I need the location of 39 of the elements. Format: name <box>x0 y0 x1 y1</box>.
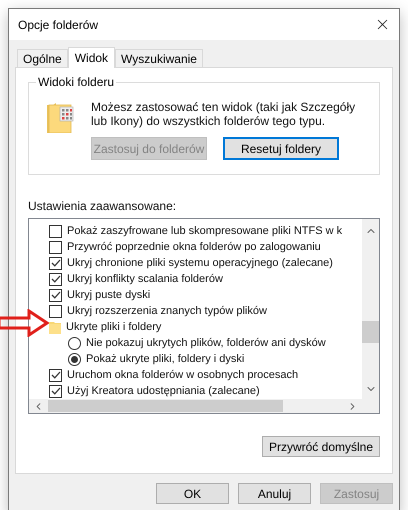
option-label: Uruchom okna folderów w osobnych procesach <box>67 368 298 383</box>
action-button[interactable]: Resetuj foldery <box>223 137 339 160</box>
checkbox[interactable] <box>49 256 62 270</box>
folder-icon <box>49 320 61 334</box>
checkbox[interactable] <box>49 384 62 398</box>
checkbox[interactable] <box>49 304 62 318</box>
option-label: Ukryj rozszerzenia znanych typów plików <box>67 304 267 319</box>
section-label: Ustawienia zaawansowane: <box>28 198 178 215</box>
tab[interactable]: Wyszukiwanie <box>115 49 203 67</box>
option-label: Pokaż zaszyfrowane lub skompresowane pliki NTFS w k <box>67 224 342 239</box>
option-label: Ukryj konflikty scalania folderów <box>67 272 223 287</box>
vertical-scrollbar[interactable] <box>362 219 379 399</box>
folder-icon <box>47 103 75 133</box>
checkbox[interactable] <box>49 288 62 302</box>
scrollbar-thumb[interactable] <box>48 400 283 412</box>
tab[interactable]: Widok <box>68 47 116 68</box>
checkbox[interactable] <box>49 368 62 382</box>
group-title: Widoki folderu <box>36 75 116 89</box>
tab[interactable]: Ogólne <box>17 49 68 67</box>
scrollbar-thumb[interactable] <box>362 321 379 343</box>
option-label: Ukryj puste dyski <box>67 288 150 303</box>
checkbox[interactable] <box>49 240 62 254</box>
checkbox[interactable] <box>49 272 62 286</box>
restore-defaults-button[interactable]: Przywróć domyślne <box>262 436 380 457</box>
option-label: Użyj Kreatora udostępniania (zalecane) <box>67 384 260 399</box>
radio-button[interactable] <box>68 352 81 366</box>
radio-button[interactable] <box>68 336 81 350</box>
option-label: Ukryj chronione pliki systemu operacyjnego (zalecane) <box>67 256 333 271</box>
window-title: Opcje folderów <box>18 16 98 34</box>
description-text: Możesz zastosować ten widok (taki jak Szczegóły lub Ikony) do wszystkich folderów tego typu. <box>91 100 356 128</box>
pointer-arrow <box>0 309 49 337</box>
dialog-button[interactable]: Anuluj <box>238 483 311 504</box>
option-label: Nie pokazuj ukrytych plików, folderów ani dysków <box>86 336 326 351</box>
dialog-button[interactable]: OK <box>156 483 229 504</box>
checkbox[interactable] <box>49 224 62 238</box>
option-label: Pokaż ukryte pliki, foldery i dyski <box>86 352 244 367</box>
horizontal-scrollbar[interactable] <box>29 399 379 413</box>
option-label: Ukryte pliki i foldery <box>66 320 162 335</box>
option-label: Przywróć poprzednie okna folderów po zalogowaniu <box>67 240 321 255</box>
